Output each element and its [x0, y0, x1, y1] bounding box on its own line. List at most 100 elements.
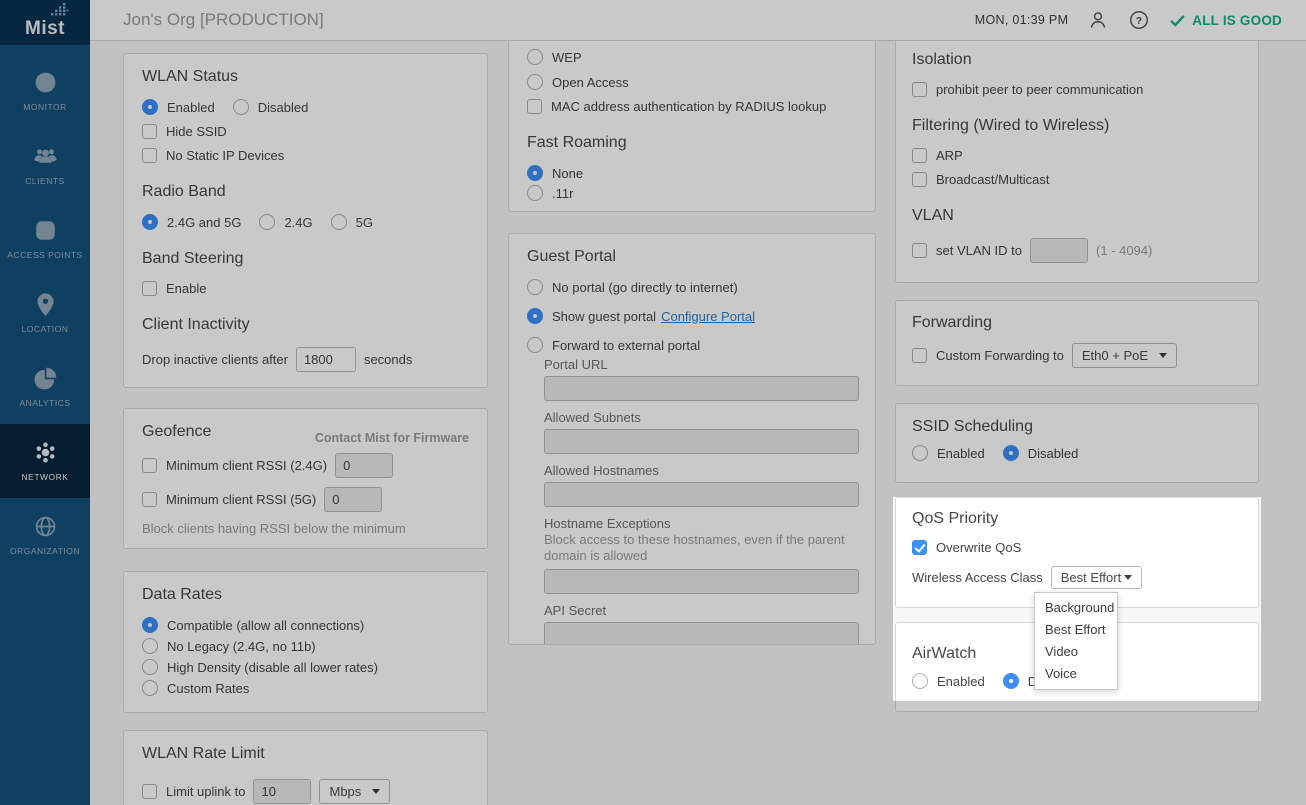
- checkbox-min-rssi-24[interactable]: Minimum client RSSI (2.4G): [142, 453, 469, 478]
- uplink-unit-select[interactable]: Mbps: [319, 779, 390, 804]
- radio-icon: [142, 99, 158, 115]
- sidebar-item-label: ANALYTICS: [19, 398, 70, 408]
- radio-icon: [1003, 445, 1019, 461]
- radio-fast-roaming-none[interactable]: None: [527, 165, 857, 181]
- fast-roaming-title: Fast Roaming: [527, 134, 857, 152]
- client-inactivity-input[interactable]: [296, 347, 356, 372]
- checkbox-icon: [142, 281, 157, 296]
- mist-logo[interactable]: Mist: [0, 0, 90, 45]
- checkbox-min-rssi-5[interactable]: Minimum client RSSI (5G): [142, 487, 469, 512]
- radio-custom-rates[interactable]: Custom Rates: [142, 680, 469, 696]
- radio-5g[interactable]: 5G: [331, 214, 373, 230]
- menu-item-best-effort[interactable]: Best Effort: [1035, 619, 1117, 641]
- radio-fast-roaming-11r[interactable]: .11r: [527, 185, 857, 201]
- checkbox-label: ARP: [936, 148, 963, 163]
- checkbox-icon: [912, 348, 927, 363]
- forwarding-interface-select[interactable]: Eth0 + PoE: [1072, 343, 1177, 368]
- sidebar-item-clients[interactable]: CLIENTS: [0, 128, 90, 202]
- wlan-status-card: WLAN Status Enabled Disabled Hide SSID N…: [123, 53, 488, 388]
- sidebar-item-network[interactable]: NETWORK: [0, 424, 90, 498]
- sidebar-item-analytics[interactable]: ANALYTICS: [0, 350, 90, 424]
- checkbox-icon: [912, 172, 927, 187]
- radio-wep[interactable]: WEP: [527, 49, 857, 65]
- portal-url-input[interactable]: [544, 376, 859, 401]
- radio-24g[interactable]: 2.4G: [259, 214, 312, 230]
- wireless-access-class-select[interactable]: Best Effort: [1051, 566, 1142, 589]
- configure-portal-link[interactable]: Configure Portal: [661, 309, 755, 324]
- geofence-card: Geofence Contact Mist for Firmware Minim…: [123, 408, 488, 549]
- radio-compatible[interactable]: Compatible (allow all connections): [142, 617, 469, 633]
- radio-band-title: Radio Band: [142, 183, 469, 201]
- min-rssi-5-input[interactable]: [324, 487, 382, 512]
- sidebar-item-location[interactable]: LOCATION: [0, 276, 90, 350]
- checkbox-label: Minimum client RSSI (5G): [166, 492, 316, 507]
- checkbox-icon: [142, 458, 157, 473]
- chevron-down-icon: [372, 789, 380, 794]
- checkbox-no-static-ip[interactable]: No Static IP Devices: [142, 148, 469, 163]
- band-steering-title: Band Steering: [142, 250, 469, 268]
- user-menu-button[interactable]: [1087, 9, 1109, 31]
- menu-item-video[interactable]: Video: [1035, 641, 1117, 663]
- sidebar-item-monitor[interactable]: MONITOR: [0, 54, 90, 128]
- sidebar-item-organization[interactable]: ORGANIZATION: [0, 498, 90, 572]
- radio-open-access[interactable]: Open Access: [527, 74, 857, 90]
- checkbox-mac-auth[interactable]: MAC address authentication by RADIUS loo…: [527, 99, 857, 114]
- portal-url-label: Portal URL: [544, 357, 857, 372]
- checkbox-overwrite-qos[interactable]: Overwrite QoS: [912, 540, 1242, 555]
- checkbox-band-steering-enable[interactable]: Enable: [142, 281, 469, 296]
- radio-forward-external[interactable]: Forward to external portal: [527, 337, 857, 353]
- radio-high-density[interactable]: High Density (disable all lower rates): [142, 659, 469, 675]
- allowed-subnets-input[interactable]: [544, 429, 859, 454]
- checkbox-prohibit-p2p[interactable]: prohibit peer to peer communication: [912, 82, 1242, 97]
- radio-disabled[interactable]: Disabled: [233, 99, 309, 115]
- checkbox-icon: [912, 540, 927, 555]
- radio-no-portal[interactable]: No portal (go directly to internet): [527, 279, 857, 295]
- menu-item-voice[interactable]: Voice: [1035, 663, 1117, 685]
- help-button[interactable]: ?: [1128, 9, 1150, 31]
- checkbox-icon: [142, 492, 157, 507]
- radio-icon: [142, 680, 158, 696]
- radio-label: Disabled: [1028, 446, 1079, 461]
- sidebar: Mist MONITOR CLIENTS: [0, 0, 90, 805]
- wlan-rate-limit-card: WLAN Rate Limit Limit uplink to Mbps: [123, 730, 488, 805]
- hostname-exceptions-input[interactable]: [544, 569, 859, 594]
- checkbox-limit-uplink[interactable]: Limit uplink to Mbps: [142, 779, 469, 804]
- radio-no-legacy[interactable]: No Legacy (2.4G, no 11b): [142, 638, 469, 654]
- radio-icon: [527, 279, 543, 295]
- checkbox-label: Limit uplink to: [166, 784, 245, 799]
- checkbox-hide-ssid[interactable]: Hide SSID: [142, 124, 469, 139]
- radio-ssid-disabled[interactable]: Disabled: [1003, 445, 1079, 461]
- data-rates-title: Data Rates: [142, 586, 469, 604]
- ssid-scheduling-card: SSID Scheduling Enabled Disabled: [895, 403, 1259, 483]
- menu-item-background[interactable]: Background: [1035, 597, 1117, 619]
- status-indicator[interactable]: ALL IS GOOD: [1169, 12, 1282, 29]
- radio-label: WEP: [552, 50, 582, 65]
- min-rssi-24-input[interactable]: [335, 453, 393, 478]
- radio-ssid-enabled[interactable]: Enabled: [912, 445, 985, 461]
- radio-airwatch-enabled[interactable]: Enabled: [912, 673, 985, 689]
- checkbox-label: Overwrite QoS: [936, 540, 1021, 555]
- wireless-access-class-menu: Background Best Effort Video Voice: [1034, 592, 1118, 690]
- radio-label: High Density (disable all lower rates): [167, 660, 378, 675]
- access-point-icon: [33, 218, 58, 243]
- sidebar-item-access-points[interactable]: ACCESS POINTS: [0, 202, 90, 276]
- checkbox-custom-forwarding[interactable]: Custom Forwarding to Eth0 + PoE: [912, 343, 1242, 368]
- radio-enabled[interactable]: Enabled: [142, 99, 215, 115]
- checkbox-icon: [142, 784, 157, 799]
- checkbox-broadcast-multicast[interactable]: Broadcast/Multicast: [912, 172, 1242, 187]
- vlan-id-input[interactable]: [1030, 238, 1088, 263]
- geofence-help-text: Block clients having RSSI below the mini…: [142, 521, 469, 536]
- api-secret-input[interactable]: [544, 622, 859, 645]
- uplink-limit-input[interactable]: [253, 779, 311, 804]
- radio-label: 2.4G: [284, 215, 312, 230]
- status-text: ALL IS GOOD: [1192, 13, 1282, 28]
- radio-show-guest-portal[interactable]: Show guest portal Configure Portal: [527, 308, 857, 324]
- radio-24g-and-5g[interactable]: 2.4G and 5G: [142, 214, 241, 230]
- radio-icon: [1003, 673, 1019, 689]
- radio-icon: [912, 445, 928, 461]
- checkbox-arp[interactable]: ARP: [912, 148, 1242, 163]
- allowed-hostnames-input[interactable]: [544, 482, 859, 507]
- checkbox-set-vlan[interactable]: set VLAN ID to (1 - 4094): [912, 238, 1242, 263]
- radio-icon: [527, 185, 543, 201]
- radio-label: No portal (go directly to internet): [552, 280, 738, 295]
